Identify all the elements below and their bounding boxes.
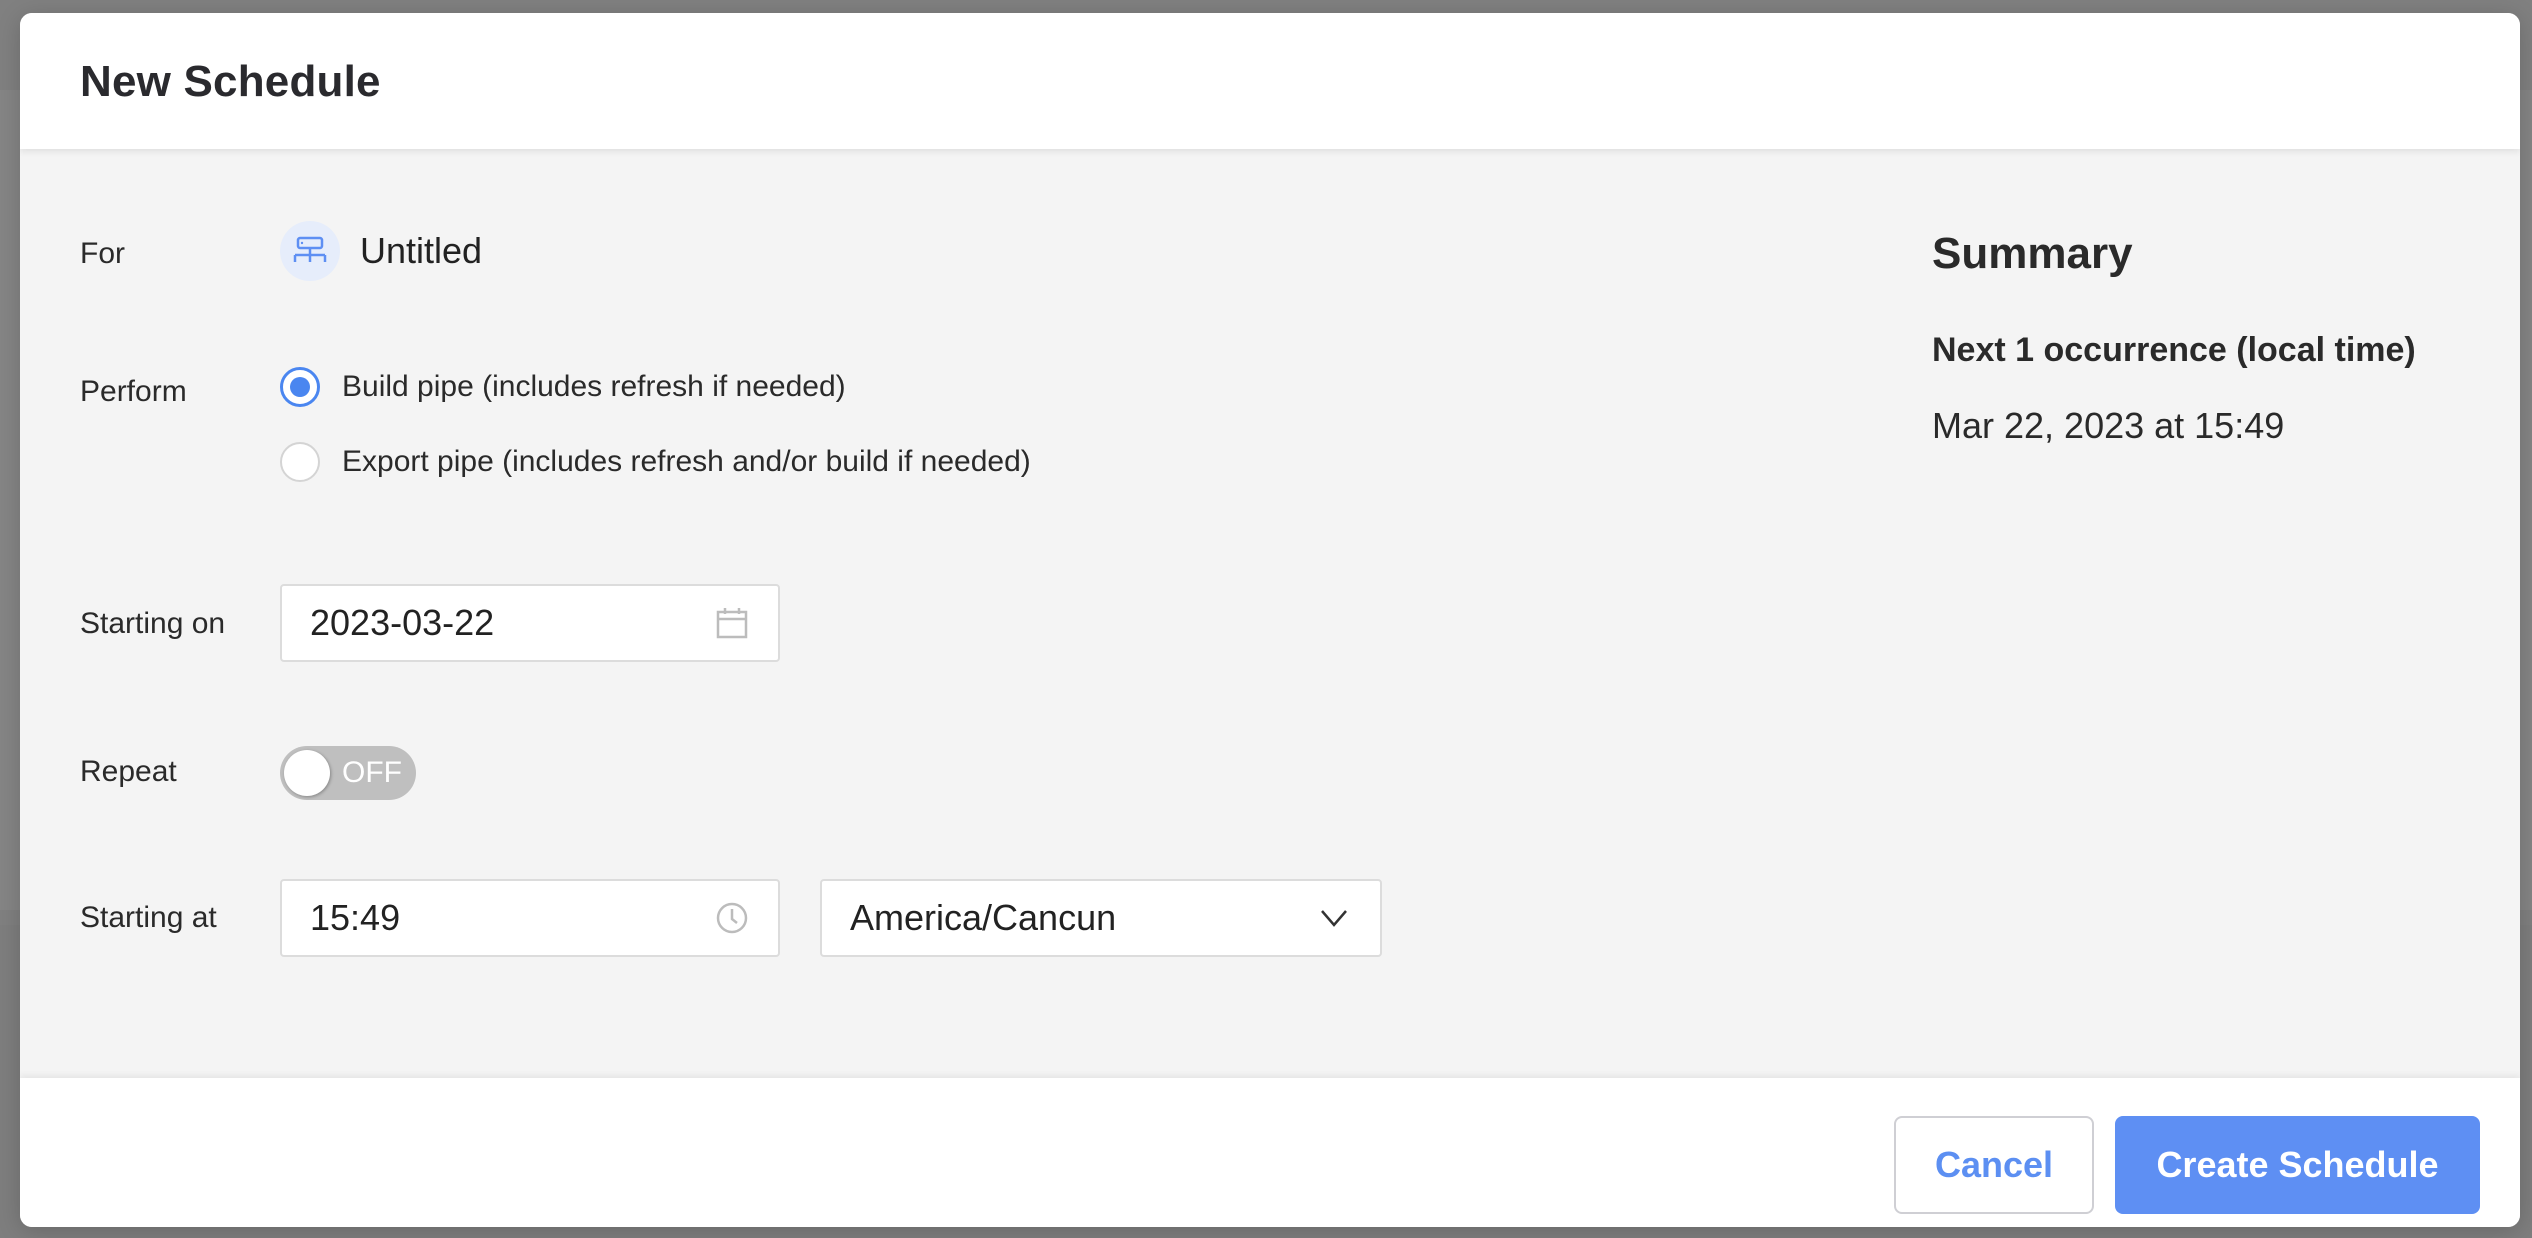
calendar-icon[interactable] [712, 603, 752, 643]
for-label: For [80, 237, 125, 270]
summary-subtitle: Next 1 occurrence (local time) [1932, 331, 2416, 369]
timezone-value[interactable]: America/Cancun [850, 897, 1314, 939]
modal-body: For Untitled Perform Build pipe (include… [20, 149, 2520, 1091]
radio-button-unchecked[interactable] [280, 442, 320, 482]
toggle-knob[interactable] [284, 750, 330, 796]
start-time-input[interactable]: 15:49 [280, 879, 780, 957]
toggle-state: OFF [342, 756, 402, 789]
repeat-toggle[interactable]: OFF [280, 746, 416, 800]
modal-footer: Cancel Create Schedule [20, 1078, 2520, 1227]
cancel-button[interactable]: Cancel [1894, 1116, 2094, 1214]
starting-at-label: Starting at [80, 901, 217, 934]
for-target: Untitled [280, 221, 482, 281]
start-time-value[interactable]: 15:49 [310, 897, 712, 939]
radio-label[interactable]: Export pipe (includes refresh and/or bui… [342, 445, 1031, 479]
create-schedule-button[interactable]: Create Schedule [2115, 1116, 2480, 1214]
modal-title: New Schedule [80, 57, 381, 106]
timezone-select[interactable]: America/Cancun [820, 879, 1382, 957]
summary-title: Summary [1932, 229, 2133, 278]
pipe-name: Untitled [360, 230, 483, 271]
starting-on-label: Starting on [80, 607, 226, 640]
modal-header: New Schedule [20, 13, 2520, 149]
repeat-label: Repeat [80, 755, 177, 788]
radio-label[interactable]: Build pipe (includes refresh if needed) [342, 370, 846, 404]
new-schedule-modal: New Schedule For Untitled Perform Build … [20, 13, 2520, 1227]
radio-build-pipe[interactable]: Build pipe (includes refresh if needed) [280, 367, 846, 407]
perform-label: Perform [80, 375, 187, 408]
clock-icon[interactable] [712, 898, 752, 938]
radio-button-checked[interactable] [280, 367, 320, 407]
radio-export-pipe[interactable]: Export pipe (includes refresh and/or bui… [280, 442, 1031, 482]
chevron-down-icon[interactable] [1314, 898, 1354, 938]
occurrence-item: Mar 22, 2023 at 15:49 [1932, 405, 2285, 446]
start-date-input[interactable]: 2023-03-22 [280, 584, 780, 662]
pipe-icon [280, 221, 340, 281]
start-date-value[interactable]: 2023-03-22 [310, 602, 712, 644]
